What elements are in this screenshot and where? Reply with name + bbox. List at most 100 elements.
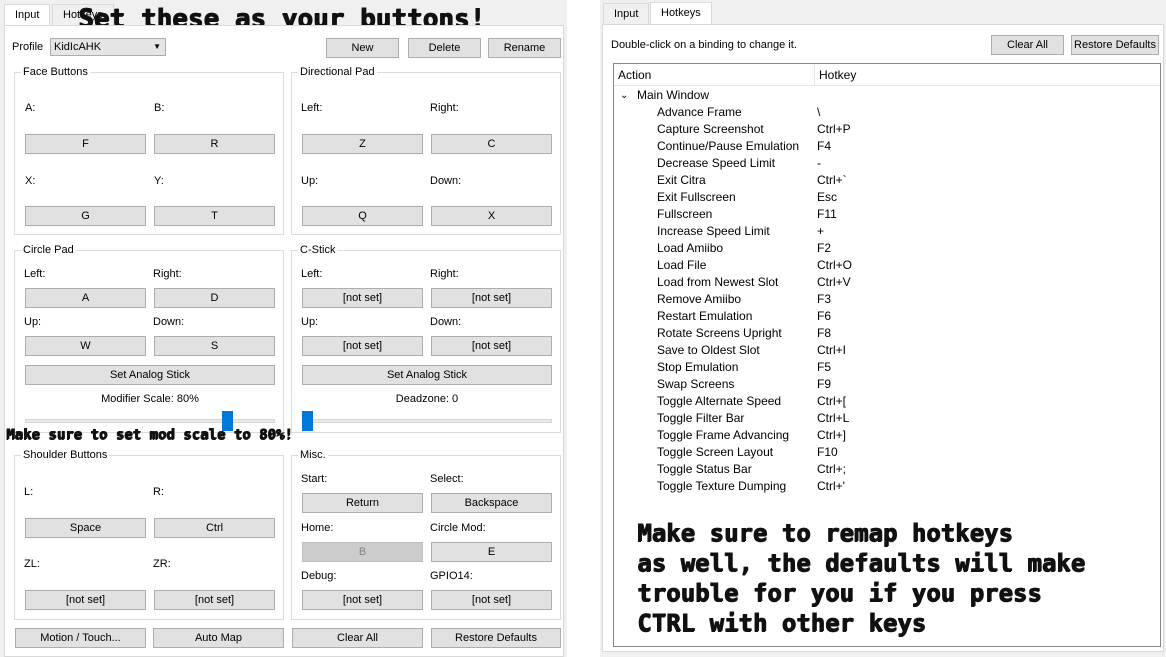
set-analog-stick-button[interactable]: Set Analog Stick: [25, 365, 275, 385]
hotkey-row[interactable]: Remove Amiibo F3: [614, 291, 1160, 308]
circle-right-button[interactable]: D: [154, 288, 275, 308]
annotation-line: Make sure to remap hotkeys: [637, 519, 1013, 547]
hotkey-row[interactable]: Load Amiibo F2: [614, 240, 1160, 257]
profile-select[interactable]: KidIcAHK ▼: [50, 38, 166, 56]
gpio14-binding-button[interactable]: [not set]: [431, 590, 552, 610]
dpad-down-button[interactable]: X: [431, 206, 552, 226]
hotkey-binding[interactable]: F2: [817, 240, 831, 257]
tree-group-main-window[interactable]: ⌄ Main Window: [614, 87, 1160, 104]
hotkey-binding[interactable]: -: [817, 155, 821, 172]
zl-binding-button[interactable]: [not set]: [25, 590, 146, 610]
circle-up-button[interactable]: W: [25, 336, 146, 356]
hotkey-binding[interactable]: Esc: [817, 189, 837, 206]
hotkey-binding[interactable]: F11: [817, 206, 837, 223]
circle-mod-binding-button[interactable]: E: [431, 542, 552, 562]
hotkey-row[interactable]: Fullscreen F11: [614, 206, 1160, 223]
l-binding-button[interactable]: Space: [25, 518, 146, 538]
restore-defaults-button[interactable]: Restore Defaults: [431, 628, 561, 648]
hotkey-row[interactable]: Load from Newest Slot Ctrl+V: [614, 274, 1160, 291]
b-binding-button[interactable]: R: [154, 134, 275, 154]
chevron-down-icon[interactable]: ⌄: [620, 87, 628, 104]
hotkey-binding[interactable]: Ctrl+[: [817, 393, 846, 410]
hotkey-row[interactable]: Exit Fullscreen Esc: [614, 189, 1160, 206]
dpad-up-button[interactable]: Q: [302, 206, 423, 226]
x-binding-button[interactable]: G: [25, 206, 146, 226]
y-label: Y:: [154, 175, 164, 187]
select-binding-button[interactable]: Backspace: [431, 493, 552, 513]
hotkey-binding[interactable]: Ctrl+': [817, 478, 845, 495]
hotkey-binding[interactable]: F5: [817, 359, 831, 376]
hotkey-binding[interactable]: F6: [817, 308, 831, 325]
hotkey-binding[interactable]: Ctrl+I: [817, 342, 846, 359]
hotkey-row[interactable]: Toggle Alternate Speed Ctrl+[: [614, 393, 1160, 410]
dpad-right-button[interactable]: C: [431, 134, 552, 154]
hotkey-binding[interactable]: Ctrl+V: [817, 274, 851, 291]
hotkey-binding[interactable]: F4: [817, 138, 831, 155]
hotkey-binding[interactable]: Ctrl+P: [817, 121, 851, 138]
action-column-header[interactable]: Action: [614, 64, 651, 86]
hotkey-row[interactable]: Stop Emulation F5: [614, 359, 1160, 376]
hotkey-row[interactable]: Decrease Speed Limit -: [614, 155, 1160, 172]
home-binding-button[interactable]: B: [302, 542, 423, 562]
hotkey-binding[interactable]: Ctrl+`: [817, 172, 847, 189]
hotkey-row[interactable]: Toggle Frame Advancing Ctrl+]: [614, 427, 1160, 444]
hotkey-binding[interactable]: Ctrl+O: [817, 257, 852, 274]
hotkey-action: Capture Screenshot: [657, 122, 764, 136]
cstick-left-button[interactable]: [not set]: [302, 288, 423, 308]
hotkey-binding[interactable]: F9: [817, 376, 831, 393]
hotkey-row[interactable]: Continue/Pause Emulation F4: [614, 138, 1160, 155]
hotkey-action: Toggle Status Bar: [657, 462, 752, 476]
clear-all-button[interactable]: Clear All: [292, 628, 423, 648]
hotkey-action: Load from Newest Slot: [657, 275, 779, 289]
hotkey-row[interactable]: Toggle Filter Bar Ctrl+L: [614, 410, 1160, 427]
hotkey-binding[interactable]: F8: [817, 325, 831, 342]
a-binding-button[interactable]: F: [25, 134, 146, 154]
deadzone-slider[interactable]: [302, 411, 313, 431]
hotkey-row[interactable]: Restart Emulation F6: [614, 308, 1160, 325]
hotkey-binding[interactable]: Ctrl+L: [817, 410, 849, 427]
hotkey-row[interactable]: Swap Screens F9: [614, 376, 1160, 393]
profile-label: Profile: [12, 41, 44, 53]
gpio14-label: GPIO14:: [430, 570, 473, 582]
zr-binding-button[interactable]: [not set]: [154, 590, 275, 610]
delete-profile-button[interactable]: Delete: [408, 38, 481, 58]
cstick-up-button[interactable]: [not set]: [302, 336, 423, 356]
hotkey-row[interactable]: Save to Oldest Slot Ctrl+I: [614, 342, 1160, 359]
hotkeys-restore-defaults-button[interactable]: Restore Defaults: [1071, 35, 1159, 55]
hotkeys-clear-all-button[interactable]: Clear All: [991, 35, 1064, 55]
tab-hotkeys-right[interactable]: Hotkeys: [650, 2, 712, 25]
hotkey-row[interactable]: Rotate Screens Upright F8: [614, 325, 1160, 342]
cstick-down-button[interactable]: [not set]: [431, 336, 552, 356]
hotkey-row[interactable]: Toggle Texture Dumping Ctrl+': [614, 478, 1160, 495]
y-binding-button[interactable]: T: [154, 206, 275, 226]
dpad-left-button[interactable]: Z: [302, 134, 423, 154]
hotkey-row[interactable]: Load File Ctrl+O: [614, 257, 1160, 274]
hotkey-binding[interactable]: \: [817, 104, 820, 121]
hotkey-row[interactable]: Exit Citra Ctrl+`: [614, 172, 1160, 189]
rename-profile-button[interactable]: Rename: [488, 38, 561, 58]
hotkey-binding[interactable]: F3: [817, 291, 831, 308]
r-binding-button[interactable]: Ctrl: [154, 518, 275, 538]
auto-map-button[interactable]: Auto Map: [153, 628, 284, 648]
start-binding-button[interactable]: Return: [302, 493, 423, 513]
hotkey-binding[interactable]: +: [817, 223, 824, 240]
hotkey-row[interactable]: Toggle Screen Layout F10: [614, 444, 1160, 461]
circle-down-button[interactable]: S: [154, 336, 275, 356]
circle-left-label: Left:: [24, 268, 46, 280]
motion-touch-button[interactable]: Motion / Touch...: [15, 628, 146, 648]
hotkey-row[interactable]: Advance Frame \: [614, 104, 1160, 121]
hotkey-binding[interactable]: Ctrl+]: [817, 427, 846, 444]
hotkey-row[interactable]: Toggle Status Bar Ctrl+;: [614, 461, 1160, 478]
hotkey-column-header[interactable]: Hotkey: [815, 64, 856, 86]
debug-binding-button[interactable]: [not set]: [302, 590, 423, 610]
cstick-set-analog-button[interactable]: Set Analog Stick: [302, 365, 552, 385]
tab-input-right[interactable]: Input: [603, 3, 650, 25]
cstick-right-button[interactable]: [not set]: [431, 288, 552, 308]
hotkey-binding[interactable]: F10: [817, 444, 838, 461]
hotkey-binding[interactable]: Ctrl+;: [817, 461, 846, 478]
hotkey-row[interactable]: Increase Speed Limit +: [614, 223, 1160, 240]
tab-input[interactable]: Input: [4, 4, 51, 26]
hotkey-row[interactable]: Capture Screenshot Ctrl+P: [614, 121, 1160, 138]
circle-left-button[interactable]: A: [25, 288, 146, 308]
new-profile-button[interactable]: New: [326, 38, 399, 58]
